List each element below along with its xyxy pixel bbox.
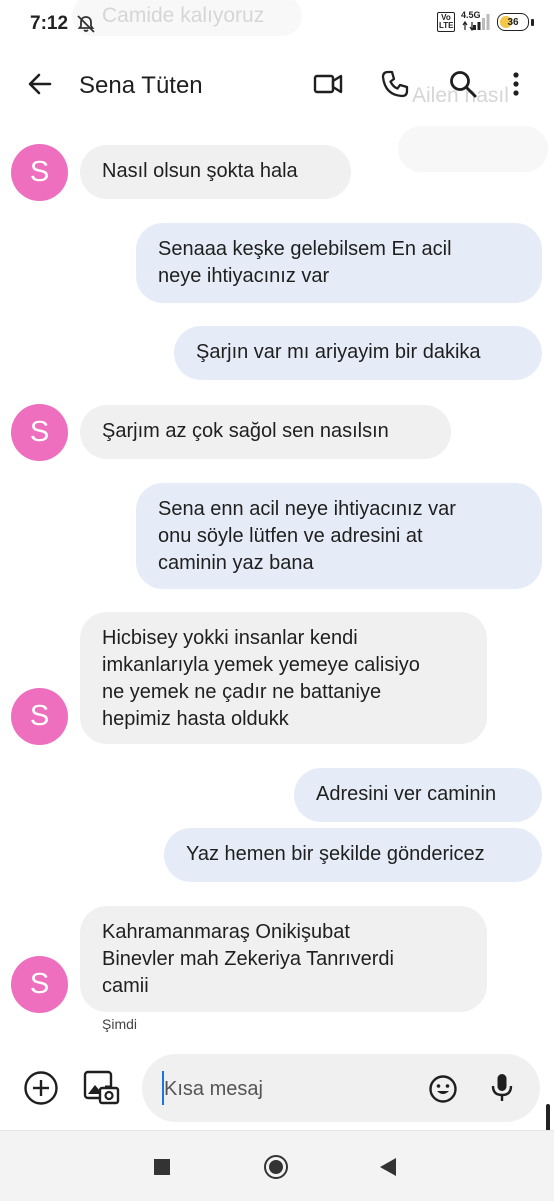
message-incoming[interactable]: Şarjım az çok sağol sen nasılsın (80, 405, 451, 459)
avatar[interactable]: S (11, 404, 68, 461)
message-timestamp: Şimdi (102, 1016, 138, 1032)
gallery-icon[interactable] (82, 1068, 120, 1106)
battery-icon: 36 (497, 13, 529, 31)
app-bar: Ailen nasıl Sena Tüten (0, 56, 554, 172)
nav-back-button[interactable] (380, 1158, 396, 1176)
status-time: 7:12 (30, 13, 69, 34)
message-outgoing[interactable]: Şarjın var mı ariyayim bir dakika (174, 326, 542, 380)
back-arrow-icon[interactable] (26, 70, 54, 98)
contact-name[interactable]: Sena Tüten (79, 72, 203, 100)
background-notification-pill-2 (398, 126, 548, 172)
avatar[interactable]: S (11, 688, 68, 745)
avatar[interactable]: S (11, 956, 68, 1013)
message-input-container (142, 1054, 540, 1122)
message-input[interactable] (162, 1072, 416, 1106)
signal-icon: 4.5G (461, 10, 491, 31)
mic-icon[interactable] (490, 1072, 514, 1104)
notifications-off-icon (77, 15, 95, 33)
background-notification-text: Camide kalıyoruz (102, 4, 265, 27)
video-call-icon[interactable] (313, 69, 343, 99)
message-outgoing[interactable]: Yaz hemen bir şekilde göndericez (164, 828, 542, 882)
message-incoming[interactable]: Kahramanmaraş Onikişubat Binevler mah Ze… (80, 906, 487, 1012)
avatar[interactable]: S (11, 144, 68, 201)
phone-icon[interactable] (380, 69, 410, 99)
recents-button[interactable] (154, 1159, 170, 1175)
message-outgoing[interactable]: Senaaa keşke gelebilsem En acil neye iht… (136, 223, 542, 303)
home-button[interactable] (264, 1155, 288, 1179)
add-icon[interactable] (23, 1070, 59, 1106)
status-bar: Camide kalıyoruz 7:12 Vo LTE 4.5G 36 (0, 0, 554, 48)
volte-icon: Vo LTE (437, 12, 455, 32)
message-composer (0, 1052, 554, 1124)
scrollbar[interactable] (546, 1104, 550, 1132)
message-outgoing[interactable]: Sena enn acil neye ihtiyacınız var onu s… (136, 483, 542, 589)
message-incoming[interactable]: Nasıl olsun şokta hala (80, 145, 351, 199)
message-outgoing[interactable]: Adresini ver caminin (294, 768, 542, 822)
battery-tip (531, 18, 534, 26)
search-icon[interactable] (448, 69, 478, 99)
battery-level: 36 (507, 16, 519, 28)
message-incoming[interactable]: Hicbisey yokki insanlar kendi imkanlarıy… (80, 612, 487, 744)
more-vert-icon[interactable] (508, 69, 524, 99)
navigation-bar (0, 1130, 554, 1201)
emoji-icon[interactable] (428, 1074, 458, 1104)
